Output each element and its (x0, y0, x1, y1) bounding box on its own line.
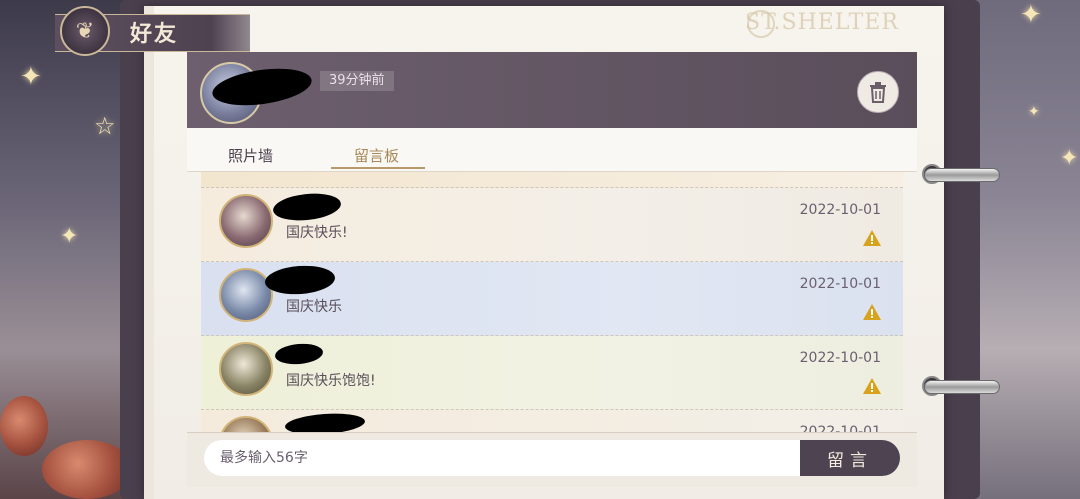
star-decoration-icon: ✦ (1020, 0, 1042, 30)
message-text: 国庆快乐 (286, 299, 342, 315)
rose-decoration (0, 396, 48, 456)
active-tab-indicator (331, 167, 425, 169)
star-decoration-icon: ✦ (60, 224, 79, 249)
game-logo: ST.SHELTER (745, 10, 899, 35)
sender-avatar[interactable] (219, 342, 273, 396)
list-item[interactable]: 国庆快乐 2022-10-01 (201, 262, 903, 336)
star-decoration-icon: ✦ (1028, 104, 1040, 120)
message-date: 2022-10-01 (799, 276, 881, 292)
redacted-username (274, 341, 324, 367)
binder-ring-icon (924, 168, 1000, 182)
star-decoration-icon: ✦ (20, 62, 42, 92)
page-title: 好友 (130, 21, 179, 47)
message-date: 2022-10-01 (799, 202, 881, 218)
rose-decoration (42, 440, 132, 499)
background-right (970, 0, 1080, 499)
report-warning-icon[interactable] (863, 230, 881, 246)
post-message-button[interactable]: 留言 (800, 440, 900, 476)
delete-button[interactable] (857, 71, 899, 113)
list-item[interactable]: 国庆快乐! 2022-10-01 (201, 188, 903, 262)
message-date: 2022-10-01 (799, 350, 881, 366)
redacted-username (284, 411, 366, 432)
message-text: 国庆快乐! (286, 225, 348, 241)
list-item[interactable]: 国庆快乐饱饱! 2022-10-01 (201, 336, 903, 410)
tab-photo-wall[interactable]: 照片墙 (228, 145, 273, 166)
message-text: 国庆快乐饱饱! (286, 373, 376, 389)
tab-message-board[interactable]: 留言板 (354, 145, 399, 166)
tab-bar (187, 128, 917, 172)
message-list[interactable]: 国庆快乐! 2022-10-01 国庆快乐 2022-10-01 国庆快乐饱饱!… (201, 172, 903, 432)
trash-icon (870, 82, 886, 103)
sender-avatar[interactable] (219, 416, 273, 432)
list-item (201, 172, 903, 188)
sender-avatar[interactable] (219, 194, 273, 248)
list-item[interactable]: 2022-10-01 (201, 410, 903, 432)
star-decoration-icon: ✦ (1060, 146, 1079, 171)
last-online-badge: 39分钟前 (320, 71, 394, 91)
redacted-username (264, 263, 336, 297)
message-input[interactable] (204, 440, 804, 476)
report-warning-icon[interactable] (863, 304, 881, 320)
star-decoration-icon: ☆ (94, 112, 116, 140)
sender-avatar[interactable] (219, 268, 273, 322)
binder-ring-icon (924, 380, 1000, 394)
redacted-username (271, 190, 343, 224)
message-date: 2022-10-01 (799, 424, 881, 432)
report-warning-icon[interactable] (863, 378, 881, 394)
butterfly-emblem-icon: ❦ (60, 6, 110, 56)
